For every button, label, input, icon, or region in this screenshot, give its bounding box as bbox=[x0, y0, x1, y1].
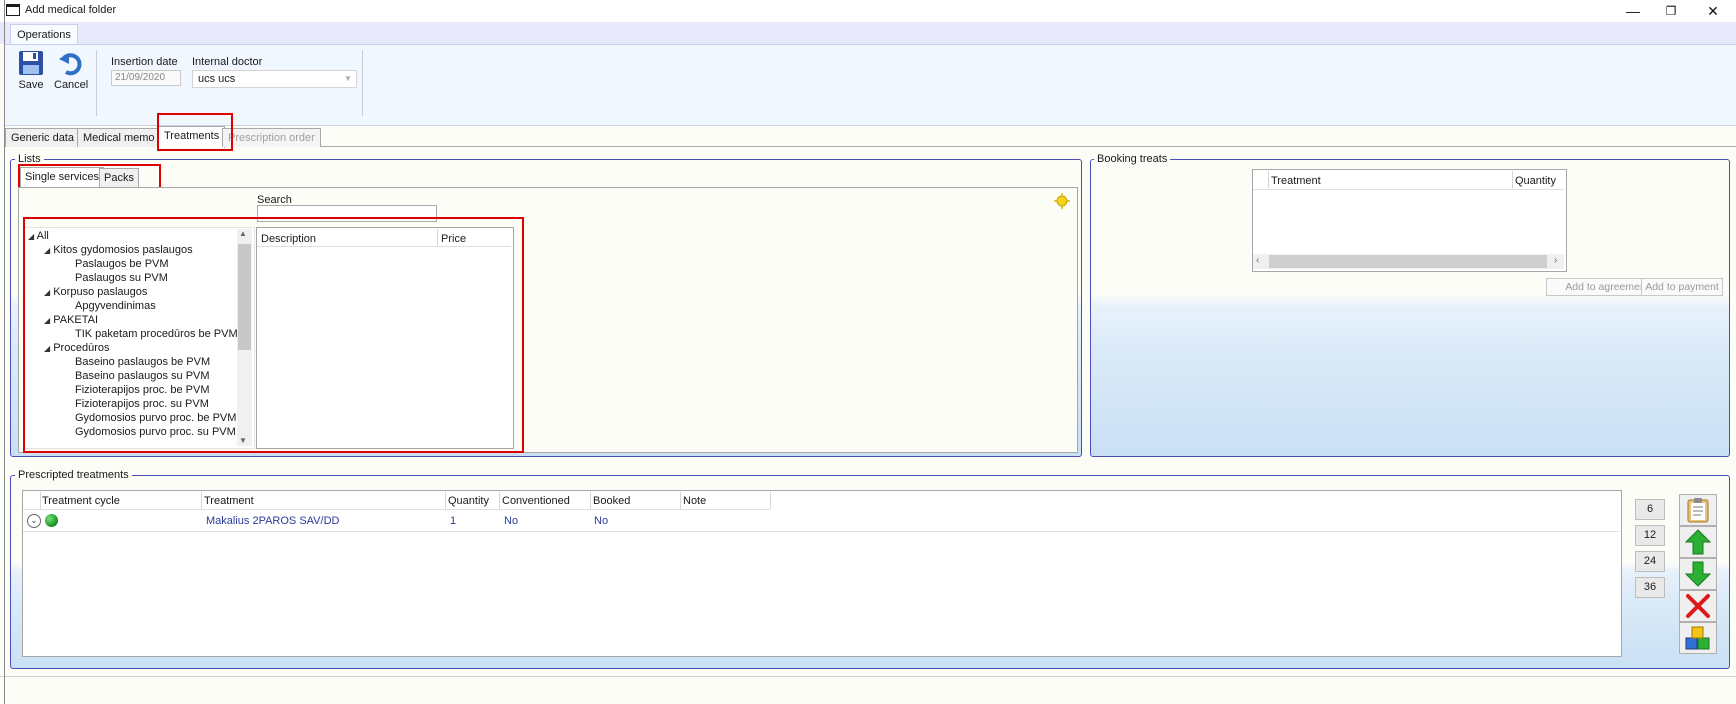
count-36-button[interactable]: 36 bbox=[1635, 577, 1665, 598]
green-down-arrow-icon bbox=[1685, 561, 1711, 587]
add-to-payment-button[interactable]: Add to payment bbox=[1641, 278, 1723, 296]
undo-arrow-icon bbox=[59, 53, 82, 76]
restore-button[interactable]: ❐ bbox=[1648, 0, 1694, 22]
blocks-button[interactable] bbox=[1679, 622, 1717, 654]
status-green-icon bbox=[45, 514, 58, 527]
blocks-icon bbox=[1685, 626, 1710, 650]
clipboard-button[interactable] bbox=[1679, 494, 1717, 526]
row-divider bbox=[23, 531, 1619, 532]
column-divider bbox=[499, 492, 500, 509]
green-up-arrow-icon bbox=[1685, 529, 1711, 555]
column-header-treatment[interactable]: Treatment bbox=[204, 495, 254, 507]
column-divider bbox=[770, 492, 771, 509]
ribbon-separator bbox=[362, 50, 363, 116]
move-down-button[interactable] bbox=[1679, 558, 1717, 590]
count-6-button[interactable]: 6 bbox=[1635, 499, 1665, 520]
floppy-disk-icon bbox=[19, 51, 43, 75]
clipboard-icon bbox=[1687, 498, 1709, 523]
save-label: Save bbox=[18, 79, 44, 91]
scroll-left-icon[interactable]: ‹ bbox=[1256, 255, 1259, 266]
column-header-quantity[interactable]: Quantity bbox=[448, 495, 489, 507]
prescripted-treatments-title: Prescripted treatments bbox=[15, 469, 132, 481]
save-button[interactable]: Save bbox=[16, 50, 46, 91]
ribbon-separator bbox=[96, 50, 97, 116]
column-header-treatment-cycle[interactable]: Treatment cycle bbox=[42, 495, 120, 507]
tab-medical-memo[interactable]: Medical memo bbox=[77, 128, 161, 147]
internal-doctor-select[interactable]: ucs ucs ▼ bbox=[192, 70, 357, 88]
delete-button[interactable] bbox=[1679, 590, 1717, 622]
booking-treats-title: Booking treats bbox=[1094, 153, 1171, 165]
chevron-down-icon: ▼ bbox=[344, 74, 352, 83]
column-header-treatment[interactable]: Treatment bbox=[1271, 175, 1321, 187]
window-title: Add medical folder bbox=[25, 4, 117, 16]
column-divider bbox=[590, 492, 591, 509]
expand-row-icon[interactable]: ⌄ bbox=[27, 514, 41, 528]
header-divider bbox=[1253, 189, 1564, 190]
booking-scroll-thumb[interactable] bbox=[1269, 255, 1547, 268]
highlight-services-area bbox=[23, 217, 524, 453]
count-12-button[interactable]: 12 bbox=[1635, 525, 1665, 546]
move-up-button[interactable] bbox=[1679, 526, 1717, 558]
column-header-note[interactable]: Note bbox=[683, 495, 706, 507]
column-divider bbox=[201, 492, 202, 509]
column-divider bbox=[445, 492, 446, 509]
window-icon bbox=[6, 4, 20, 16]
count-24-button[interactable]: 24 bbox=[1635, 551, 1665, 572]
column-header-conventioned[interactable]: Conventioned bbox=[502, 495, 570, 507]
internal-doctor-label: Internal doctor bbox=[192, 56, 263, 68]
scroll-right-icon[interactable]: › bbox=[1554, 255, 1557, 266]
red-x-icon bbox=[1686, 594, 1710, 618]
cancel-label: Cancel bbox=[54, 79, 89, 91]
column-header-booked[interactable]: Booked bbox=[593, 495, 630, 507]
tab-generic-data[interactable]: Generic data bbox=[5, 128, 80, 147]
column-divider bbox=[680, 492, 681, 509]
ribbon-tab-strip bbox=[0, 22, 1736, 44]
highlight-treatments-tab bbox=[157, 113, 233, 151]
cancel-button[interactable]: Cancel bbox=[54, 50, 88, 91]
tab-operations[interactable]: Operations bbox=[10, 24, 78, 45]
column-divider bbox=[40, 492, 41, 509]
row-conventioned: No bbox=[504, 515, 519, 527]
tab-prescription-order[interactable]: Prescription order bbox=[222, 128, 321, 147]
sun-refresh-icon[interactable] bbox=[1054, 193, 1070, 209]
row-booked: No bbox=[594, 515, 609, 527]
internal-doctor-value: ucs ucs bbox=[198, 73, 236, 85]
close-button[interactable]: ✕ bbox=[1690, 0, 1736, 22]
column-divider bbox=[1268, 171, 1269, 188]
column-header-quantity[interactable]: Quantity bbox=[1515, 175, 1556, 187]
row-treatment: Makalius 2PAROS SAV/DD bbox=[206, 515, 340, 527]
window-left-border bbox=[4, 0, 5, 704]
status-bar-divider bbox=[0, 676, 1736, 677]
row-quantity: 1 bbox=[450, 515, 457, 527]
insertion-date-field[interactable]: 21/09/2020 bbox=[111, 70, 181, 86]
column-divider bbox=[1512, 171, 1513, 188]
insertion-date-label: Insertion date bbox=[111, 56, 178, 68]
header-divider bbox=[23, 509, 770, 510]
title-bar bbox=[0, 0, 1736, 23]
